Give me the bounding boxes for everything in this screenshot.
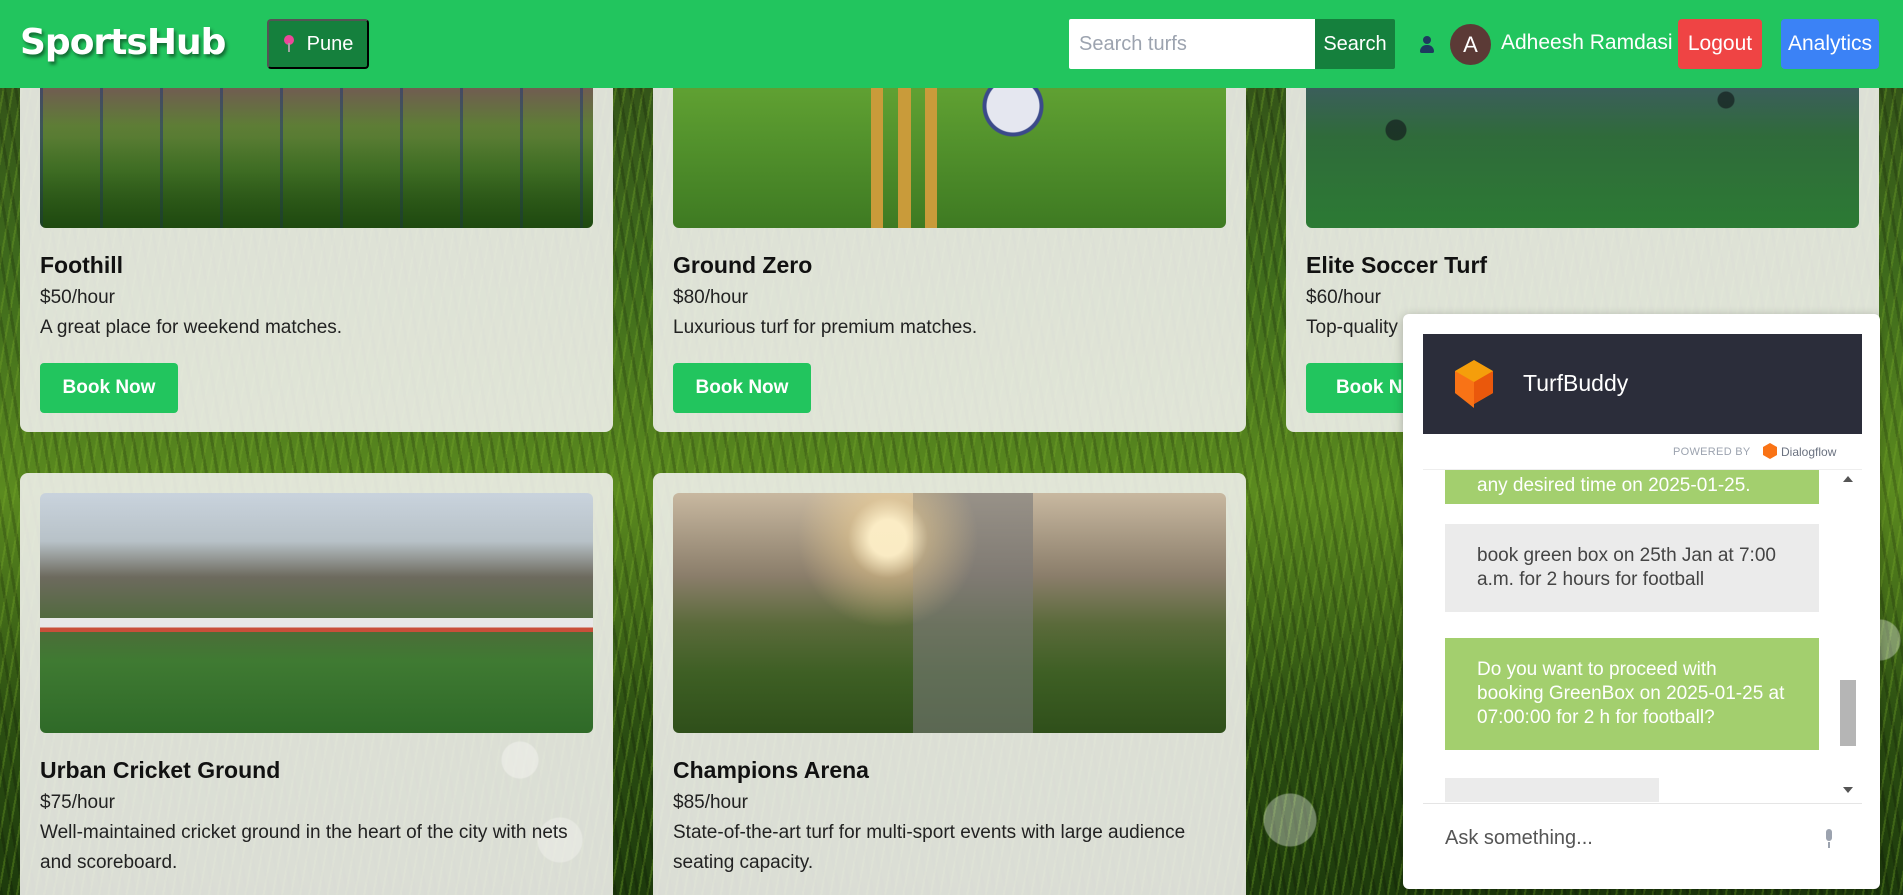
book-now-button[interactable]: Book Now — [40, 363, 178, 413]
provider-name: Dialogflow — [1781, 445, 1837, 459]
user-icon — [1419, 36, 1435, 54]
username: Adheesh Ramdasi — [1501, 31, 1673, 54]
turf-description: Luxurious turf for premium matches. — [673, 317, 978, 338]
scroll-down-icon[interactable] — [1843, 787, 1853, 793]
chat-input[interactable] — [1423, 803, 1862, 873]
mic-icon[interactable] — [1823, 829, 1835, 849]
turf-name: Ground Zero — [673, 252, 813, 278]
turf-name: Foothill — [40, 252, 124, 278]
turf-price: $75/hour — [40, 792, 116, 813]
navbar: SportsHub Pune Search A Adheesh Ramdasi … — [0, 0, 1903, 88]
turf-price: $50/hour — [40, 287, 116, 308]
chat-messages[interactable]: any desired time on 2025-01-25. book gre… — [1423, 470, 1862, 802]
location-pin-icon — [283, 35, 295, 53]
turf-photo-urban-cricket — [40, 493, 593, 733]
logout-button[interactable]: Logout — [1678, 19, 1762, 69]
turf-card-champions-arena: Champions Arena $85/hour State-of-the-ar… — [653, 473, 1246, 895]
turf-name: Elite Soccer Turf — [1306, 252, 1488, 278]
user-message: book green box on 25th Jan at 7:00 a.m. … — [1445, 524, 1819, 612]
turf-card-urban-cricket: Urban Cricket Ground $75/hour Well-maint… — [20, 473, 613, 895]
analytics-button[interactable]: Analytics — [1781, 19, 1879, 69]
turf-price: $85/hour — [673, 792, 749, 813]
dialogflow-logo-icon — [1455, 360, 1493, 408]
turf-description: Well-maintained cricket ground in the he… — [40, 822, 568, 873]
search-button[interactable]: Search — [1315, 19, 1395, 69]
dialogflow-mini-icon — [1763, 443, 1777, 459]
turf-description: State-of-the-art turf for multi-sport ev… — [673, 822, 1186, 873]
turf-photo-champions-arena — [673, 493, 1226, 733]
turf-price: $80/hour — [673, 287, 749, 308]
powered-by-label: POWERED BY — [1673, 446, 1751, 458]
chatbot-widget: TurfBuddy POWERED BY Dialogflow any desi… — [1403, 314, 1880, 889]
bot-message: any desired time on 2025-01-25. — [1445, 470, 1819, 504]
scroll-up-icon[interactable] — [1843, 476, 1853, 482]
avatar[interactable]: A — [1450, 24, 1491, 65]
user-message-partial — [1445, 778, 1659, 802]
turf-price: $60/hour — [1306, 287, 1382, 308]
turf-name: Urban Cricket Ground — [40, 757, 281, 783]
chat-scrollbar-thumb[interactable] — [1840, 680, 1856, 746]
chat-header[interactable]: TurfBuddy — [1423, 334, 1862, 434]
location-button[interactable]: Pune — [267, 19, 369, 69]
book-now-button[interactable]: Book Now — [673, 363, 811, 413]
turf-description: A great place for weekend matches. — [40, 317, 343, 338]
powered-by-bar: POWERED BY Dialogflow — [1423, 434, 1862, 470]
turf-name: Champions Arena — [673, 757, 869, 783]
bot-message: Do you want to proceed with booking Gree… — [1445, 638, 1819, 750]
chat-title: TurfBuddy — [1523, 370, 1629, 396]
sportshub-logo[interactable]: SportsHub — [20, 22, 226, 63]
search-input[interactable] — [1069, 19, 1315, 69]
location-label: Pune — [306, 32, 354, 55]
